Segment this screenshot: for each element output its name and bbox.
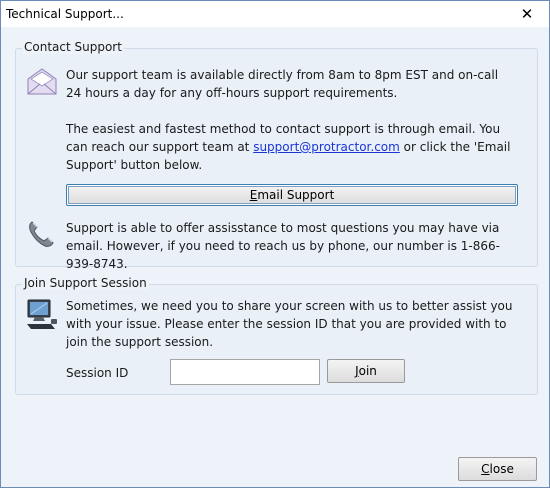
join-session-group: Join Support Session Sometimes, we need …	[15, 276, 538, 395]
close-button[interactable]: Close	[458, 457, 537, 481]
phone-support-text: Support is able to offer assisstance to …	[66, 221, 500, 271]
contact-support-group: Contact Support Our support team is avai…	[15, 40, 538, 271]
close-window-button[interactable]: ✕	[505, 1, 549, 27]
email-button-label: mail Support	[257, 188, 335, 202]
telephone-icon	[29, 221, 54, 247]
join-button-label: oin	[358, 364, 377, 378]
contact-intro-text: Our support team is available directly f…	[66, 68, 499, 100]
envelope-icon	[27, 68, 57, 95]
email-support-button[interactable]: Email Support	[66, 184, 518, 206]
computer-icon	[27, 299, 57, 329]
contact-email-paragraph: The easiest and fastest method to contac…	[66, 120, 516, 174]
window-title: Technical Support...	[6, 7, 124, 21]
close-button-label: lose	[489, 462, 514, 476]
session-id-input[interactable]	[170, 359, 320, 385]
close-button-mnemonic: C	[481, 462, 490, 476]
dialog-window: Technical Support... ✕ Contact Support O…	[0, 0, 550, 488]
session-id-label: Session ID	[66, 366, 129, 380]
join-session-legend: Join Support Session	[22, 276, 149, 290]
session-description-text: Sometimes, we need you to share your scr…	[66, 299, 513, 349]
contact-support-legend: Contact Support	[22, 40, 124, 54]
join-button[interactable]: Join	[327, 359, 405, 383]
support-email-link[interactable]: support@protractor.com	[253, 140, 400, 154]
title-bar: Technical Support... ✕	[1, 1, 549, 27]
